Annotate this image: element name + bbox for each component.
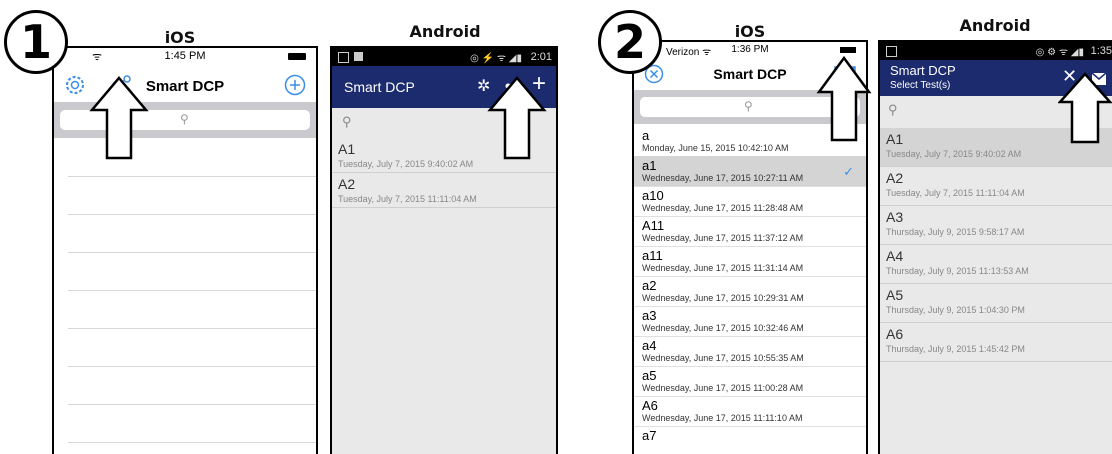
item-date: Tuesday, July 7, 2015 9:40:02 AM: [338, 159, 474, 169]
item-date: Wednesday, June 17, 2015 11:28:48 AM: [642, 203, 804, 213]
android-status-bar: ◎ ⚙ ᯤ ◢▮ 1:35: [880, 42, 1112, 60]
app-subtitle: Select Test(s): [890, 80, 951, 91]
row-divider: [68, 252, 316, 253]
item-name: A5: [886, 287, 904, 303]
android-status-bar: ◎ ⚡ ᯤ ◢▮ 2:01: [332, 48, 556, 66]
item-date: Tuesday, July 7, 2015 9:40:02 AM: [886, 149, 1022, 159]
notification-icon: [886, 46, 897, 57]
list-item[interactable]: A6 Wednesday, June 17, 2015 11:11:10 AM: [634, 396, 866, 427]
ios-label-2: iOS: [734, 22, 766, 41]
search-icon: ⚲: [180, 112, 189, 126]
item-name: a4: [642, 338, 657, 353]
item-name: a5: [642, 368, 657, 383]
item-name: a: [642, 128, 650, 143]
item-date: Wednesday, June 17, 2015 11:31:14 AM: [642, 263, 804, 273]
item-date: Tuesday, July 7, 2015 11:11:04 AM: [886, 188, 1025, 198]
item-name: A6: [886, 326, 904, 342]
item-date: Thursday, July 9, 2015 11:13:53 AM: [886, 266, 1029, 276]
status-time: 2:01: [530, 51, 552, 63]
ios-label-1: iOS: [164, 28, 196, 47]
item-date: Tuesday, July 7, 2015 11:11:04 AM: [338, 194, 477, 204]
list-item[interactable]: A3 Thursday, July 9, 2015 9:58:17 AM: [880, 206, 1112, 245]
pointer-arrow: [1058, 72, 1112, 144]
item-date: Wednesday, June 17, 2015 10:55:35 AM: [642, 353, 804, 363]
item-name: A6: [642, 398, 658, 413]
item-name: a1: [642, 158, 657, 173]
signal-icon: ◎ ⚙ ᯤ ◢▮: [1035, 47, 1084, 58]
item-name: a11: [642, 248, 663, 263]
row-divider: [68, 214, 316, 215]
app-title: Smart DCP: [344, 79, 415, 95]
list-item[interactable]: A5 Thursday, July 9, 2015 1:04:30 PM: [880, 284, 1112, 323]
signal-icon: ◎ ⚡ ᯤ ◢▮: [470, 53, 522, 64]
status-time: 1:35: [1090, 45, 1112, 57]
item-name: A4: [886, 248, 904, 264]
checkmark-icon: ✓: [843, 164, 854, 179]
item-name: A2: [338, 176, 356, 192]
item-name: A2: [886, 170, 904, 186]
add-icon[interactable]: [284, 74, 306, 96]
list-item[interactable]: A6 Thursday, July 9, 2015 1:45:42 PM: [880, 323, 1112, 362]
item-date: Monday, June 15, 2015 10:42:10 AM: [642, 143, 789, 153]
item-name: a10: [642, 188, 664, 203]
search-icon[interactable]: ⚲: [888, 102, 898, 118]
pointer-arrow: [487, 76, 547, 160]
battery-icon: [288, 53, 306, 60]
pointer-arrow: [816, 56, 872, 142]
status-time: 1:36 PM: [731, 44, 769, 55]
list-item[interactable]: a3 Wednesday, June 17, 2015 10:32:46 AM: [634, 306, 866, 337]
android-list: ⚲ A1 Tuesday, July 7, 2015 9:40:02 AM A2…: [880, 96, 1112, 454]
row-divider: [68, 404, 316, 405]
notification-icon: [338, 52, 349, 63]
search-icon[interactable]: ⚲: [342, 114, 352, 130]
item-name: A1: [886, 131, 904, 147]
list-item[interactable]: a4 Wednesday, June 17, 2015 10:55:35 AM: [634, 336, 866, 367]
item-date: Thursday, July 9, 2015 1:04:30 PM: [886, 305, 1025, 315]
list-item[interactable]: a11 Wednesday, June 17, 2015 11:31:14 AM: [634, 246, 866, 277]
item-date: Wednesday, June 17, 2015 11:37:12 AM: [642, 233, 804, 243]
list-item[interactable]: A2 Tuesday, July 7, 2015 11:11:04 AM: [880, 167, 1112, 206]
android-label-2: Android: [959, 16, 1031, 35]
row-divider: [68, 176, 316, 177]
row-divider: [68, 328, 316, 329]
row-divider: [68, 442, 316, 443]
list-item[interactable]: a5 Wednesday, June 17, 2015 11:00:28 AM: [634, 366, 866, 397]
item-date: Wednesday, June 17, 2015 10:32:46 AM: [642, 323, 804, 333]
search-icon: ⚲: [744, 99, 753, 113]
battery-icon: [840, 47, 856, 53]
item-date: Wednesday, June 17, 2015 11:11:10 AM: [642, 413, 803, 423]
step-number-2: 2: [598, 10, 662, 74]
item-name: a7: [642, 428, 657, 443]
item-name: A3: [886, 209, 904, 225]
item-date: Wednesday, June 17, 2015 11:00:28 AM: [642, 383, 804, 393]
list-item[interactable]: a10 Wednesday, June 17, 2015 11:28:48 AM: [634, 186, 866, 217]
row-divider: [68, 366, 316, 367]
notification-icon: [354, 52, 363, 61]
list-item[interactable]: a2 Wednesday, June 17, 2015 10:29:31 AM: [634, 276, 866, 307]
list-item[interactable]: a7: [634, 426, 866, 454]
item-name: A1: [338, 141, 356, 157]
step-number-1: 1: [4, 10, 68, 74]
ios-status-bar: ᯤ 1:45 PM: [54, 48, 316, 66]
app-title: Smart DCP: [890, 63, 956, 78]
item-name: A11: [642, 218, 665, 233]
status-time: 1:45 PM: [164, 50, 206, 62]
list-item[interactable]: A4 Thursday, July 9, 2015 11:13:53 AM: [880, 245, 1112, 284]
row-divider: [68, 290, 316, 291]
pointer-arrow: [89, 76, 149, 160]
android-label-1: Android: [409, 22, 481, 41]
item-date: Thursday, July 9, 2015 9:58:17 AM: [886, 227, 1025, 237]
list-item[interactable]: A2 Tuesday, July 7, 2015 11:11:04 AM: [332, 173, 556, 208]
item-date: Wednesday, June 17, 2015 10:27:11 AM: [642, 173, 804, 183]
list-item[interactable]: A11 Wednesday, June 17, 2015 11:37:12 AM: [634, 216, 866, 247]
item-date: Wednesday, June 17, 2015 10:29:31 AM: [642, 293, 804, 303]
item-name: a3: [642, 308, 657, 323]
item-date: Thursday, July 9, 2015 1:45:42 PM: [886, 344, 1025, 354]
item-name: a2: [642, 278, 657, 293]
list-item-selected[interactable]: a1 Wednesday, June 17, 2015 10:27:11 AM …: [634, 156, 866, 187]
